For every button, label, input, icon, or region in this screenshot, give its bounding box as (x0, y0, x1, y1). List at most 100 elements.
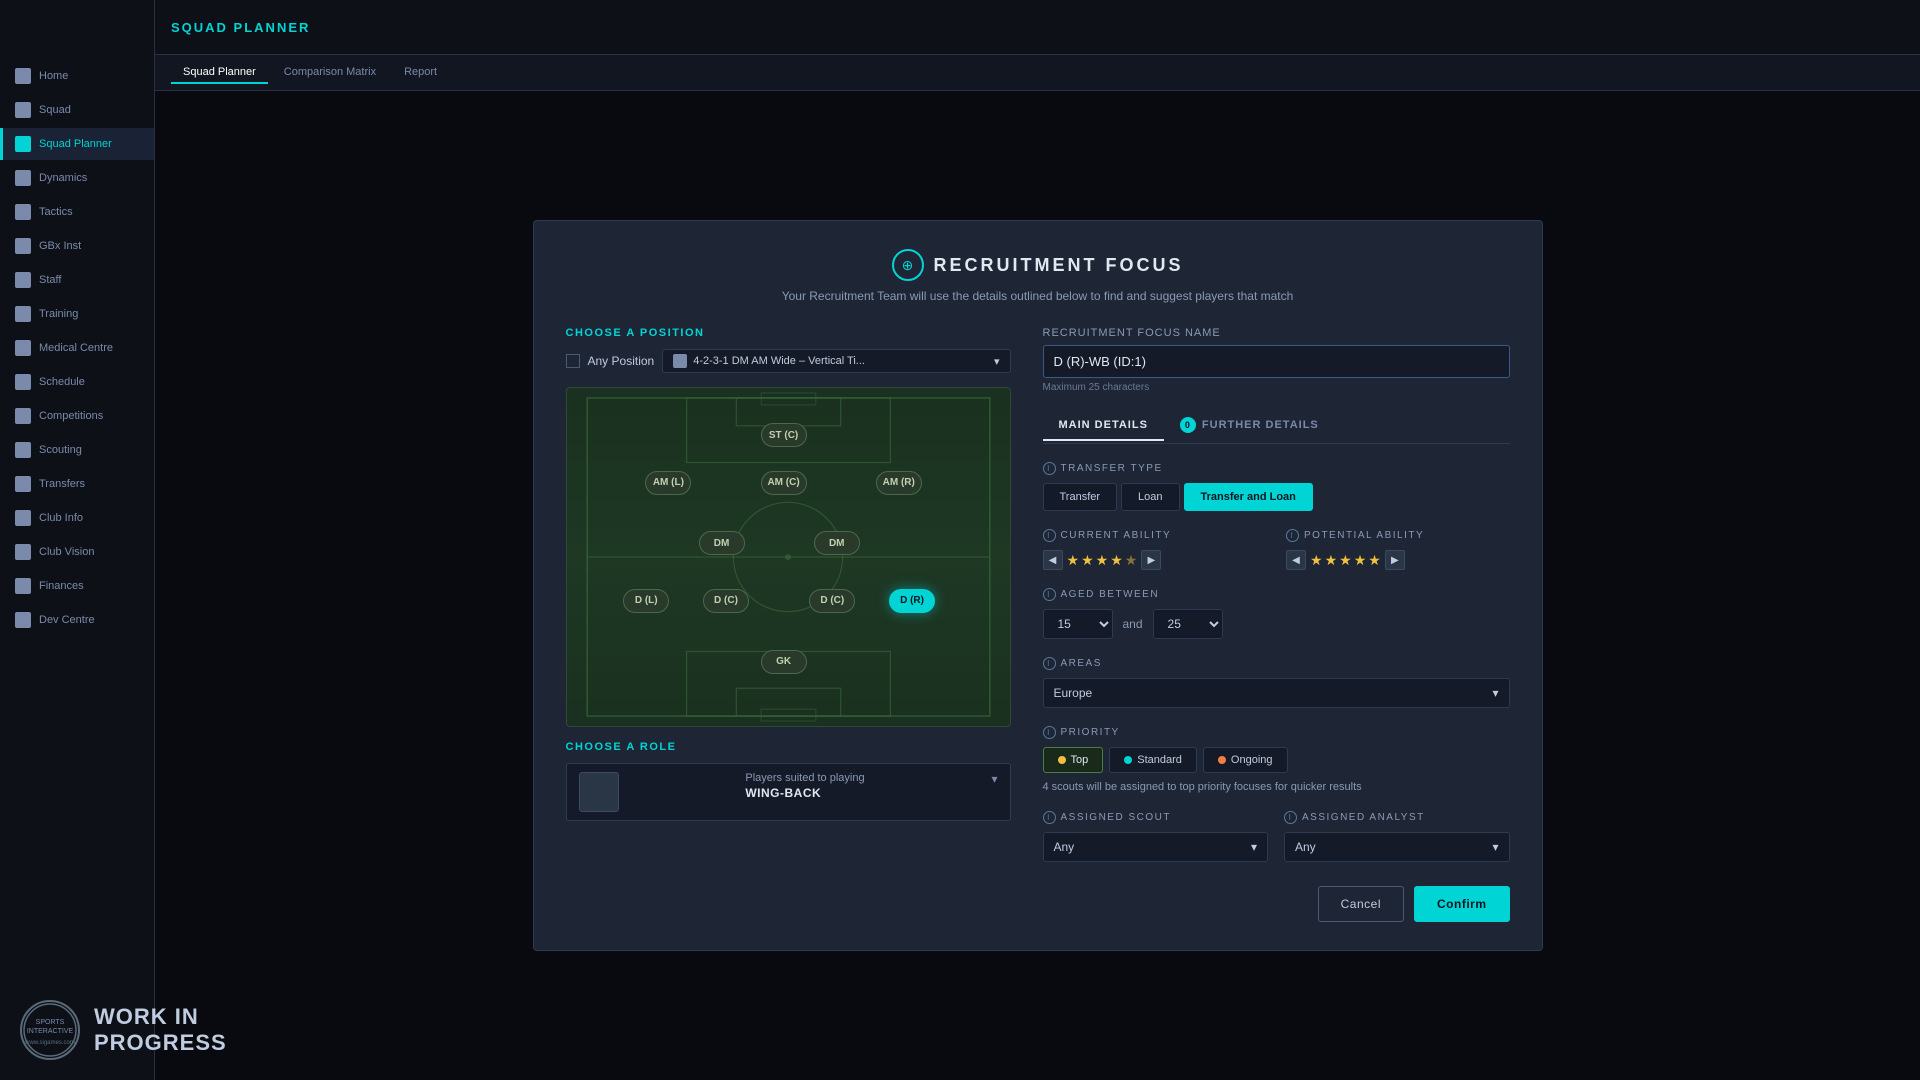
svg-text:INTERACTIVE: INTERACTIVE (27, 1028, 74, 1035)
sidebar-item-dev-centre[interactable]: Dev Centre (0, 604, 154, 636)
chevron-down-role-icon: ▾ (991, 772, 997, 786)
sidebar-item-medical[interactable]: Medical Centre (0, 332, 154, 364)
transfer-btn-loan[interactable]: Loan (1121, 483, 1179, 511)
focus-name-input[interactable] (1043, 345, 1510, 378)
pos-btn-dm-r[interactable]: DM (814, 531, 860, 555)
role-section: CHOOSE A ROLE Players suited to playing … (566, 741, 1011, 821)
assigned-scout-info-icon[interactable]: i (1043, 811, 1056, 824)
topbar: SQUAD PLANNER (155, 0, 1920, 55)
pos-btn-d-cr[interactable]: D (C) (809, 589, 855, 613)
areas-info-icon[interactable]: i (1043, 657, 1056, 670)
pos-btn-gk[interactable]: GK (761, 650, 807, 674)
watermark: SPORTS INTERACTIVE www.sigames.com WORK … (20, 1000, 227, 1060)
formation-select[interactable]: 4-2-3-1 DM AM Wide – Vertical Ti... ▾ (662, 349, 1010, 373)
assigned-analyst-select[interactable]: Any ▾ (1284, 832, 1510, 862)
potential-ability-prev[interactable]: ◀ (1286, 550, 1306, 570)
potential-ability-next[interactable]: ▶ (1385, 550, 1405, 570)
club-vision-icon (15, 544, 31, 560)
sidebar-item-schedule[interactable]: Schedule (0, 366, 154, 398)
schedule-icon (15, 374, 31, 390)
age-min-select[interactable]: 15 (1043, 609, 1113, 639)
watermark-text: WORK IN PROGRESS (94, 1004, 227, 1057)
pos-btn-d-cl[interactable]: D (C) (703, 589, 749, 613)
priority-btn-standard[interactable]: Standard (1109, 747, 1197, 773)
priority-info-icon[interactable]: i (1043, 726, 1056, 739)
pos-btn-d-r[interactable]: D (R) (889, 589, 935, 613)
dialog-icon: ⊕ (892, 249, 924, 281)
left-column: CHOOSE A POSITION Any Position 4-2-3-1 D… (566, 327, 1011, 922)
pos-btn-am-r[interactable]: AM (R) (876, 471, 922, 495)
potential-stars-container: ★ ★ ★ ★ ★ (1310, 552, 1381, 569)
sidebar-item-dynamics[interactable]: Dynamics (0, 162, 154, 194)
sidebar-item-tactics[interactable]: Tactics (0, 196, 154, 228)
priority-dot-ongoing (1218, 756, 1226, 764)
priority-label: i PRIORITY (1043, 726, 1510, 739)
chevron-down-scout-icon: ▾ (1251, 840, 1257, 854)
tab-report[interactable]: Report (392, 62, 449, 84)
home-icon (15, 68, 31, 84)
priority-dot-standard (1124, 756, 1132, 764)
transfer-type-label: i TRANSFER TYPE (1043, 462, 1510, 475)
priority-btn-ongoing[interactable]: Ongoing (1203, 747, 1288, 773)
star-1: ★ (1067, 552, 1080, 569)
pos-btn-am-l[interactable]: AM (L) (645, 471, 691, 495)
star-2: ★ (1081, 552, 1094, 569)
formation-icon (673, 354, 687, 368)
svg-text:www.sigames.com: www.sigames.com (24, 1040, 75, 1046)
potential-ability-info-icon[interactable]: i (1286, 529, 1299, 542)
chevron-down-areas-icon: ▾ (1492, 686, 1498, 700)
aged-between-info-icon[interactable]: i (1043, 588, 1056, 601)
priority-btn-top[interactable]: Top (1043, 747, 1104, 773)
sidebar-item-home[interactable]: Home (0, 60, 154, 92)
position-selector-row: Any Position 4-2-3-1 DM AM Wide – Vertic… (566, 349, 1011, 373)
aged-between-label: i AGED BETWEEN (1043, 588, 1510, 601)
tab-squad-planner[interactable]: Squad Planner (171, 62, 268, 84)
current-ability-info-icon[interactable]: i (1043, 529, 1056, 542)
transfer-type-info-icon[interactable]: i (1043, 462, 1056, 475)
dev-centre-icon (15, 612, 31, 628)
pos-btn-dm-l[interactable]: DM (699, 531, 745, 555)
transfer-btn-transfer-and-loan[interactable]: Transfer and Loan (1184, 483, 1313, 511)
gbx-icon (15, 238, 31, 254)
sidebar-item-squad[interactable]: Squad (0, 94, 154, 126)
tab-further-details[interactable]: 0FURTHER DETAILS (1164, 409, 1335, 443)
areas-label: i AREAS (1043, 657, 1510, 670)
current-ability-prev[interactable]: ◀ (1043, 550, 1063, 570)
sidebar-item-competitions[interactable]: Competitions (0, 400, 154, 432)
sidebar-item-staff[interactable]: Staff (0, 264, 154, 296)
sidebar-item-squad-planner[interactable]: Squad Planner (0, 128, 154, 160)
pos-btn-st-c[interactable]: ST (C) (761, 423, 807, 447)
star-5: ★ (1125, 552, 1138, 569)
tab-comparison-matrix[interactable]: Comparison Matrix (272, 62, 388, 84)
sidebar-item-training[interactable]: Training (0, 298, 154, 330)
sidebar-item-transfers[interactable]: Transfers (0, 468, 154, 500)
medical-icon (15, 340, 31, 356)
sidebar-item-club-vision[interactable]: Club Vision (0, 536, 154, 568)
pot-star-2: ★ (1325, 552, 1338, 569)
areas-select[interactable]: Europe ▾ (1043, 678, 1510, 708)
pot-star-4: ★ (1354, 552, 1367, 569)
any-position-checkbox[interactable] (566, 354, 580, 368)
sidebar-item-finances[interactable]: Finances (0, 570, 154, 602)
dynamics-icon (15, 170, 31, 186)
tab-main-details[interactable]: MAIN DETAILS (1043, 411, 1164, 441)
assigned-scout-select[interactable]: Any ▾ (1043, 832, 1269, 862)
dialog-body: CHOOSE A POSITION Any Position 4-2-3-1 D… (566, 327, 1510, 922)
sidebar-item-club-info[interactable]: Club Info (0, 502, 154, 534)
pos-btn-am-c[interactable]: AM (C) (761, 471, 807, 495)
confirm-button[interactable]: Confirm (1414, 886, 1510, 922)
scout-col: i ASSIGNED SCOUT Any ▾ (1043, 811, 1269, 862)
pot-star-3: ★ (1339, 552, 1352, 569)
sidebar-item-scouting[interactable]: Scouting (0, 434, 154, 466)
current-stars-container: ★ ★ ★ ★ ★ (1067, 552, 1138, 569)
pos-btn-d-l[interactable]: D (L) (623, 589, 669, 613)
sidebar-item-gbx[interactable]: GBx Inst (0, 230, 154, 262)
assigned-analyst-info-icon[interactable]: i (1284, 811, 1297, 824)
any-position-label: Any Position (588, 354, 655, 368)
transfer-btn-transfer[interactable]: Transfer (1043, 483, 1118, 511)
cancel-button[interactable]: Cancel (1318, 886, 1404, 922)
current-ability-label: i CURRENT ABILITY (1043, 529, 1267, 542)
age-max-select[interactable]: 25 (1153, 609, 1223, 639)
current-ability-next[interactable]: ▶ (1141, 550, 1161, 570)
role-dropdown[interactable]: Players suited to playing WING-BACK ▾ (566, 763, 1011, 821)
